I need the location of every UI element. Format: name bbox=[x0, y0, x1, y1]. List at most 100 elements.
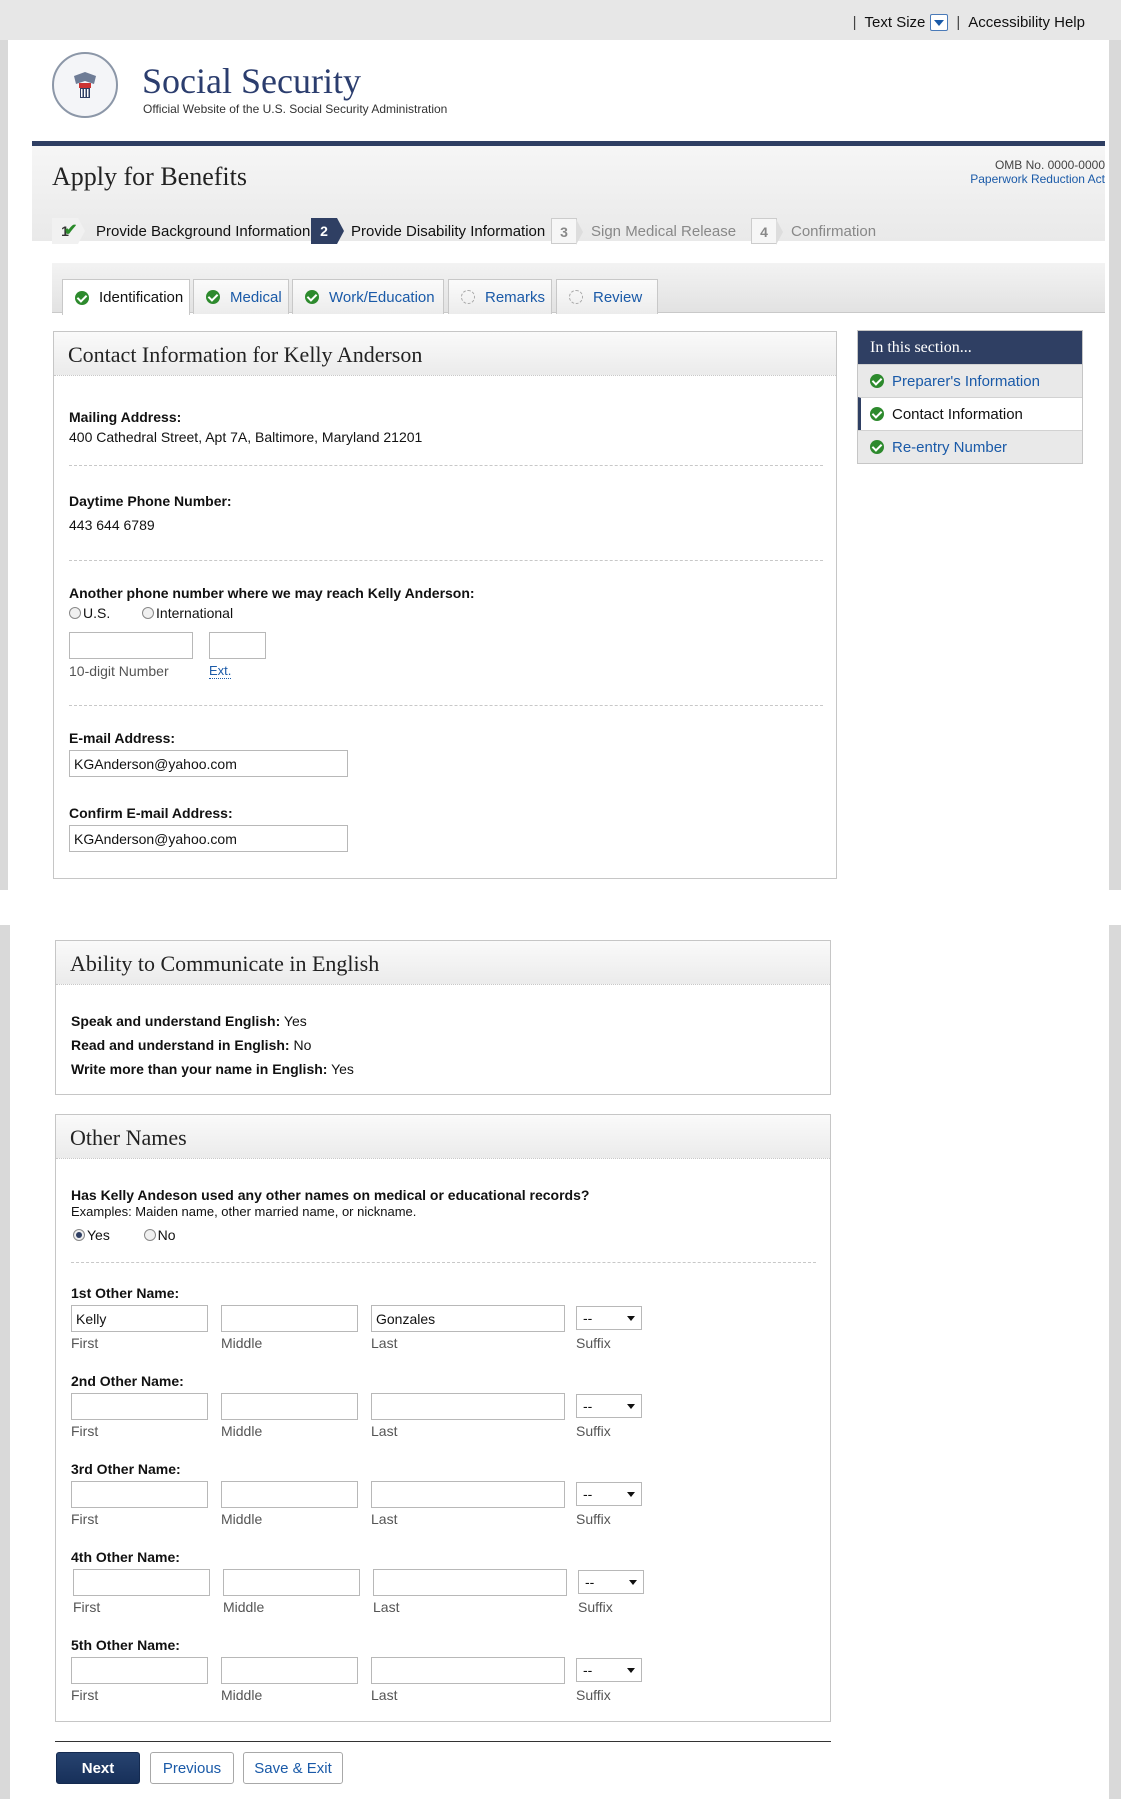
radio-no[interactable] bbox=[143, 1229, 156, 1241]
radio-international[interactable] bbox=[142, 607, 155, 619]
tab-remarks[interactable]: Remarks bbox=[448, 279, 552, 314]
step-medical-release: 3 Sign Medical Release bbox=[551, 218, 737, 245]
middle-name-input[interactable] bbox=[221, 1305, 358, 1332]
accessibility-help-link[interactable]: Accessibility Help bbox=[968, 14, 1085, 31]
divider bbox=[71, 1262, 816, 1263]
tab-identification[interactable]: Identification bbox=[62, 279, 190, 315]
first-name-input[interactable]: Kelly bbox=[71, 1305, 208, 1332]
radio-us[interactable] bbox=[69, 607, 81, 619]
radio-yes[interactable] bbox=[73, 1229, 85, 1241]
first-sublabel: First bbox=[71, 1423, 99, 1439]
suffix-select[interactable]: -- bbox=[576, 1394, 642, 1418]
contact-information-panel: Contact Information for Kelly Anderson M… bbox=[53, 331, 837, 879]
sidenav-item-label: Preparer's Information bbox=[892, 372, 1040, 390]
speak-english-label: Speak and understand English: bbox=[71, 1013, 281, 1029]
other-phone-label: Another phone number where we may reach … bbox=[69, 585, 475, 601]
other-phone-ext-input[interactable] bbox=[209, 632, 266, 659]
middle-sublabel: Middle bbox=[221, 1687, 263, 1703]
sidenav-item-label: Re-entry Number bbox=[892, 438, 1008, 456]
other-name-label: 3rd Other Name: bbox=[71, 1461, 181, 1477]
last-name-input[interactable] bbox=[371, 1393, 565, 1420]
other-phone-number-input[interactable] bbox=[69, 632, 193, 659]
read-english-row: Read and understand in English: No bbox=[71, 1037, 311, 1053]
last-name-input[interactable]: Gonzales bbox=[371, 1305, 565, 1332]
email-input[interactable]: KGAnderson@yahoo.com bbox=[69, 750, 348, 777]
sidenav-item-preparers-information[interactable]: Preparer's Information bbox=[858, 364, 1082, 397]
utility-separator: | bbox=[852, 14, 857, 31]
screenshot-gap bbox=[0, 890, 1121, 925]
confirm-email-input[interactable]: KGAnderson@yahoo.com bbox=[69, 825, 348, 852]
ten-digit-hint: 10-digit Number bbox=[69, 663, 169, 679]
write-english-value: Yes bbox=[331, 1061, 354, 1077]
ext-link[interactable]: Ext. bbox=[209, 663, 232, 679]
step-number: 3 bbox=[551, 218, 583, 245]
last-name-input[interactable] bbox=[371, 1657, 565, 1684]
daytime-phone-value: 443 644 6789 bbox=[69, 517, 155, 533]
step-label: Sign Medical Release bbox=[591, 222, 737, 240]
tab-work-education[interactable]: Work/Education bbox=[292, 279, 444, 314]
email-label: E-mail Address: bbox=[69, 730, 176, 746]
text-size-label[interactable]: Text Size bbox=[865, 14, 926, 31]
previous-button[interactable]: Previous bbox=[150, 1752, 234, 1784]
tab-label: Medical bbox=[230, 288, 282, 306]
ssa-seal-logo[interactable] bbox=[52, 52, 118, 118]
omb-number: OMB No. 0000-0000 bbox=[994, 158, 1105, 172]
first-name-input[interactable] bbox=[71, 1657, 208, 1684]
paperwork-reduction-link[interactable]: Paperwork Reduction Act bbox=[970, 172, 1105, 186]
suffix-select[interactable]: -- bbox=[576, 1306, 642, 1330]
other-names-question: Has Kelly Andeson used any other names o… bbox=[71, 1187, 590, 1203]
first-name-input[interactable] bbox=[71, 1481, 208, 1508]
site-title[interactable]: Social Security bbox=[142, 60, 361, 102]
middle-name-input[interactable] bbox=[221, 1393, 358, 1420]
page-gutter-left bbox=[0, 925, 10, 1799]
middle-sublabel: Middle bbox=[221, 1511, 263, 1527]
write-english-row: Write more than your name in English: Ye… bbox=[71, 1061, 354, 1077]
page-gutter-right bbox=[1109, 925, 1121, 1799]
other-names-examples: Examples: Maiden name, other married nam… bbox=[71, 1204, 417, 1219]
middle-sublabel: Middle bbox=[223, 1599, 265, 1615]
tab-medical[interactable]: Medical bbox=[193, 279, 289, 314]
tab-review[interactable]: Review bbox=[556, 279, 658, 314]
step-background: 1 ✔ Provide Background Information bbox=[52, 218, 310, 244]
next-button[interactable]: Next bbox=[56, 1752, 140, 1784]
pending-circle-icon bbox=[461, 290, 475, 304]
sidenav-item-re-entry-number[interactable]: Re-entry Number bbox=[858, 430, 1082, 463]
radio-no-label: No bbox=[157, 1227, 176, 1243]
suffix-select[interactable]: -- bbox=[576, 1482, 642, 1506]
suffix-sublabel: Suffix bbox=[576, 1687, 611, 1703]
sidenav-heading: In this section... bbox=[858, 331, 1082, 364]
first-name-input[interactable] bbox=[73, 1569, 210, 1596]
other-names-panel: Other Names Has Kelly Andeson used any o… bbox=[55, 1114, 831, 1722]
text-size-dropdown-icon[interactable] bbox=[930, 14, 949, 31]
middle-name-input[interactable] bbox=[223, 1569, 360, 1596]
radio-us-label: U.S. bbox=[83, 605, 111, 621]
first-name-input[interactable] bbox=[71, 1393, 208, 1420]
divider bbox=[69, 705, 823, 706]
last-name-input[interactable] bbox=[373, 1569, 567, 1596]
suffix-sublabel: Suffix bbox=[576, 1335, 611, 1351]
middle-name-input[interactable] bbox=[221, 1481, 358, 1508]
panel-heading: Contact Information for Kelly Anderson bbox=[54, 332, 836, 376]
check-circle-icon bbox=[305, 290, 319, 304]
sidenav-item-label: Contact Information bbox=[892, 405, 1023, 423]
middle-sublabel: Middle bbox=[221, 1423, 263, 1439]
other-name-label: 2nd Other Name: bbox=[71, 1373, 184, 1389]
other-name-label: 4th Other Name: bbox=[71, 1549, 180, 1565]
page-gutter-right bbox=[1109, 40, 1121, 890]
middle-name-input[interactable] bbox=[221, 1657, 358, 1684]
last-name-input[interactable] bbox=[371, 1481, 565, 1508]
suffix-select[interactable]: -- bbox=[576, 1658, 642, 1682]
step-number: 1 ✔ bbox=[52, 218, 85, 244]
last-sublabel: Last bbox=[371, 1423, 398, 1439]
save-exit-button[interactable]: Save & Exit bbox=[243, 1752, 343, 1784]
suffix-select[interactable]: -- bbox=[578, 1570, 644, 1594]
step-disability: 2 Provide Disability Information bbox=[311, 218, 545, 244]
panel-heading: Other Names bbox=[56, 1115, 830, 1159]
write-english-label: Write more than your name in English: bbox=[71, 1061, 328, 1077]
read-english-value: No bbox=[293, 1037, 312, 1053]
suffix-sublabel: Suffix bbox=[576, 1423, 611, 1439]
check-circle-icon bbox=[870, 407, 884, 421]
step-label: Provide Disability Information bbox=[351, 222, 546, 240]
sidenav-item-contact-information[interactable]: Contact Information bbox=[858, 397, 1082, 430]
pending-circle-icon bbox=[569, 290, 583, 304]
